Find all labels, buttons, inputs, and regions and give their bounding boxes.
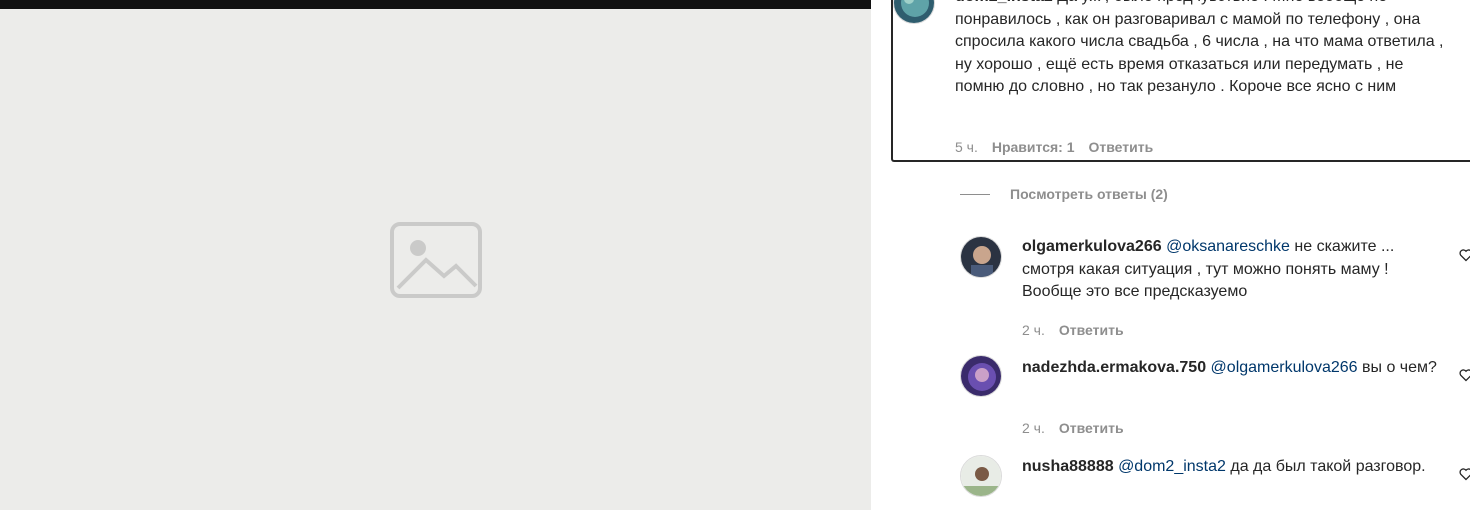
reply-time[interactable]: 2 ч. xyxy=(1022,420,1045,436)
reply-body: olgamerkulova266 @oksanareschke не скажи… xyxy=(1022,236,1442,304)
avatar[interactable] xyxy=(960,355,1002,397)
comment-time[interactable]: 5 ч. xyxy=(955,139,978,155)
reply-time[interactable]: 2 ч. xyxy=(1022,322,1045,338)
comment-username[interactable]: dom2_insta2 xyxy=(955,0,1053,5)
reply-body: nadezhda.ermakova.750 @olgamerkulova266 … xyxy=(1022,357,1442,380)
avatar[interactable] xyxy=(960,236,1002,278)
reply-mention[interactable]: @olgamerkulova266 xyxy=(1211,359,1358,376)
comment-meta: 5 ч. Нравится: 1 Ответить xyxy=(955,139,1153,155)
heart-icon[interactable] xyxy=(1459,467,1470,481)
reply-mention[interactable]: @dom2_insta2 xyxy=(1118,458,1226,475)
reply-text: вы о чем? xyxy=(1362,359,1437,376)
image-placeholder xyxy=(0,9,871,510)
reply-text: да да был такой разговор. xyxy=(1230,458,1426,475)
heart-icon[interactable] xyxy=(1459,248,1470,262)
comments-panel: dom2_insta2 Да уж , было предчувствие . … xyxy=(871,0,1470,510)
view-replies-button[interactable]: Посмотреть ответы (2) xyxy=(960,186,1168,202)
reply-button[interactable]: Ответить xyxy=(1089,139,1154,155)
reply-meta: 2 ч. Ответить xyxy=(1022,420,1124,436)
heart-icon[interactable] xyxy=(1459,368,1470,382)
comment-text: Да уж , было предчувствие . Мне вообще н… xyxy=(955,0,1444,95)
reply-button[interactable]: Ответить xyxy=(1059,322,1124,338)
post-media[interactable] xyxy=(0,0,871,510)
view-replies-label: Посмотреть ответы (2) xyxy=(1010,186,1168,202)
comment-body: dom2_insta2 Да уж , было предчувствие . … xyxy=(955,0,1445,99)
avatar[interactable] xyxy=(960,455,1002,497)
avatar[interactable] xyxy=(893,0,935,24)
comment-likes[interactable]: Нравится: 1 xyxy=(992,139,1075,155)
reply-username[interactable]: nadezhda.ermakova.750 xyxy=(1022,359,1206,376)
highlighted-comment: dom2_insta2 Да уж , было предчувствие . … xyxy=(891,0,1470,162)
image-placeholder-icon xyxy=(389,221,482,298)
reply-mention[interactable]: @oksanareschke xyxy=(1166,238,1290,255)
reply-username[interactable]: nusha88888 xyxy=(1022,458,1114,475)
divider xyxy=(960,193,990,195)
reply-meta: 2 ч. Ответить xyxy=(1022,322,1124,338)
reply-button[interactable]: Ответить xyxy=(1059,420,1124,436)
reply-body: nusha88888 @dom2_insta2 да да был такой … xyxy=(1022,456,1442,479)
reply-username[interactable]: olgamerkulova266 xyxy=(1022,238,1162,255)
